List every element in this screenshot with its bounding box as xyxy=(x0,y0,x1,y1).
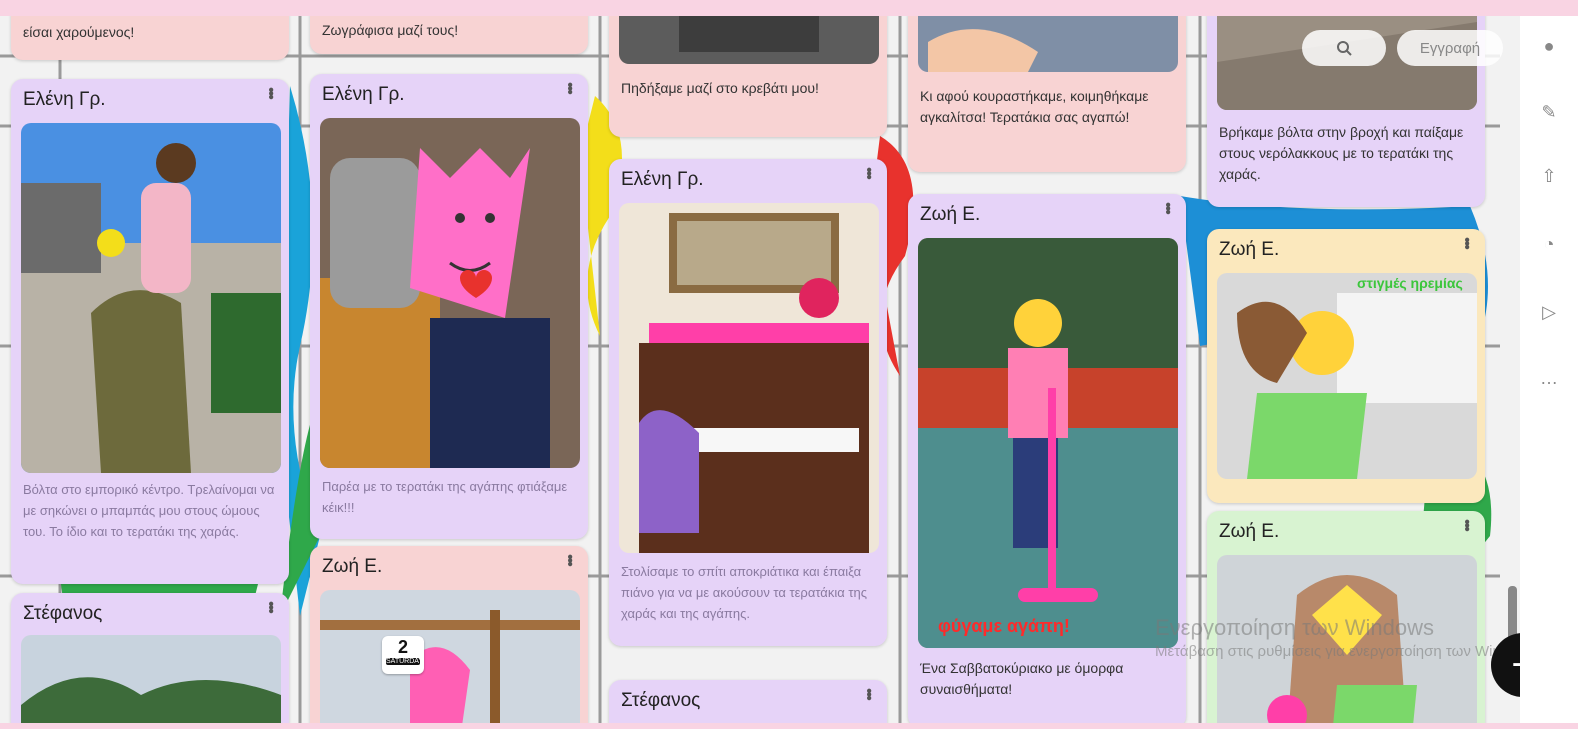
post-photo[interactable] xyxy=(619,16,879,64)
post-author: Στέφανος xyxy=(23,603,103,624)
padlet-board: είσαι χαρούμενος! Ελένη Γρ. ••• Βόλτα στ… xyxy=(0,16,1578,723)
post-author: Ζωή Ε. xyxy=(920,204,981,225)
post-card[interactable]: Ζωή Ε. ••• 2 SATURDAY xyxy=(310,546,588,723)
post-card[interactable]: Ελένη Γρ. ••• Παρέα με το τερατάκι της α… xyxy=(310,74,588,539)
avatar-icon[interactable]: ● xyxy=(1538,36,1560,58)
windows-watermark-title: Ενεργοποίηση των Windows xyxy=(1155,615,1434,640)
post-author: Ζωή Ε. xyxy=(1219,239,1280,260)
post-card[interactable]: Στέφανος ••• xyxy=(11,593,289,723)
bottom-frame xyxy=(0,723,1578,729)
post-photo[interactable] xyxy=(21,123,281,473)
post-caption: Ζωγράφισα μαζί τους! xyxy=(322,22,459,38)
top-frame xyxy=(0,0,1578,16)
right-rail: ● ✎ ⇧ ◔ ▷ … xyxy=(1520,16,1578,723)
post-caption: Ένα Σαββατοκύριακο με όμορφα συναισθήματ… xyxy=(920,660,1124,697)
date-badge: 2 SATURDAY xyxy=(382,636,424,674)
post-card[interactable]: είσαι χαρούμενος! xyxy=(11,16,289,60)
post-caption: είσαι χαρούμενος! xyxy=(23,24,135,40)
post-author: Ζωή Ε. xyxy=(322,556,383,577)
post-photo[interactable]: 2 SATURDAY xyxy=(320,590,580,723)
post-card[interactable]: Στέφανος ••• xyxy=(609,680,887,723)
more-options-icon[interactable]: ••• xyxy=(859,688,877,699)
more-options-icon[interactable]: ••• xyxy=(1457,237,1475,248)
more-icon[interactable]: … xyxy=(1538,368,1560,390)
post-photo[interactable] xyxy=(21,635,281,723)
post-photo[interactable]: φύγαμε αγάπη! xyxy=(918,238,1178,648)
more-options-icon[interactable]: ••• xyxy=(859,167,877,178)
post-author: Ζωή Ε. xyxy=(1219,521,1280,542)
post-photo[interactable] xyxy=(918,16,1178,72)
bell-icon[interactable]: ◔ xyxy=(1538,234,1560,256)
post-card[interactable]: Πηδήξαμε μαζί στο κρεβάτι μου! xyxy=(609,16,887,137)
signup-button[interactable]: Εγγραφή xyxy=(1397,30,1503,66)
more-options-icon[interactable]: ••• xyxy=(261,87,279,98)
post-card[interactable]: Ζωή Ε. ••• στιγμές ηρεμίας xyxy=(1207,229,1485,503)
more-options-icon[interactable]: ••• xyxy=(1457,519,1475,530)
date-badge-day: SATURDAY xyxy=(386,658,424,665)
post-author: Ελένη Γρ. xyxy=(23,89,106,110)
search-button[interactable] xyxy=(1302,30,1386,66)
photo-overlay-text: φύγαμε αγάπη! xyxy=(938,616,1070,636)
post-photo[interactable] xyxy=(320,118,580,468)
post-caption: Στολίσαμε το σπίτι αποκριάτικα και έπαιξ… xyxy=(621,564,867,621)
post-caption: Βόλτα στο εμπορικό κέντρο. Τρελαίνομαι ν… xyxy=(23,482,275,539)
more-options-icon[interactable]: ••• xyxy=(560,554,578,565)
post-author: Ελένη Γρ. xyxy=(322,84,405,105)
more-options-icon[interactable]: ••• xyxy=(261,601,279,612)
post-caption: Πηδήξαμε μαζί στο κρεβάτι μου! xyxy=(621,80,819,96)
post-card[interactable]: Ζωή Ε. ••• φύγαμε αγάπη! Ένα Σαββατοκύρι… xyxy=(908,194,1186,723)
post-card[interactable]: Ελένη Γρ. ••• Βόλτα στο εμπορικό κέντρο.… xyxy=(11,79,289,584)
photo-overlay-text: στιγμές ηρεμίας xyxy=(1357,275,1463,291)
post-caption: Παρέα με το τερατάκι της αγάπης φτιάξαμε… xyxy=(322,479,568,515)
post-photo[interactable]: στιγμές ηρεμίας xyxy=(1217,273,1477,479)
post-author: Ελένη Γρ. xyxy=(621,169,704,190)
play-icon[interactable]: ▷ xyxy=(1538,302,1560,324)
post-card[interactable]: Κι αφού κουραστήκαμε, κοιμηθήκαμε αγκαλί… xyxy=(908,16,1186,172)
pen-icon[interactable]: ✎ xyxy=(1538,102,1560,124)
post-caption: Κι αφού κουραστήκαμε, κοιμηθήκαμε αγκαλί… xyxy=(920,88,1149,125)
post-caption: Βρήκαμε βόλτα στην βροχή και παίξαμε στο… xyxy=(1219,124,1464,182)
post-card[interactable]: Ζωγράφισα μαζί τους! xyxy=(310,16,588,54)
search-icon xyxy=(1337,41,1352,56)
post-photo[interactable] xyxy=(619,203,879,553)
share-icon[interactable]: ⇧ xyxy=(1538,166,1560,188)
more-options-icon[interactable]: ••• xyxy=(560,82,578,93)
more-options-icon[interactable]: ••• xyxy=(1158,202,1176,213)
post-card[interactable]: Ελένη Γρ. ••• Στολίσαμε το σπίτι αποκριά… xyxy=(609,159,887,646)
post-author: Στέφανος xyxy=(621,690,701,711)
date-badge-number: 2 xyxy=(397,637,408,657)
